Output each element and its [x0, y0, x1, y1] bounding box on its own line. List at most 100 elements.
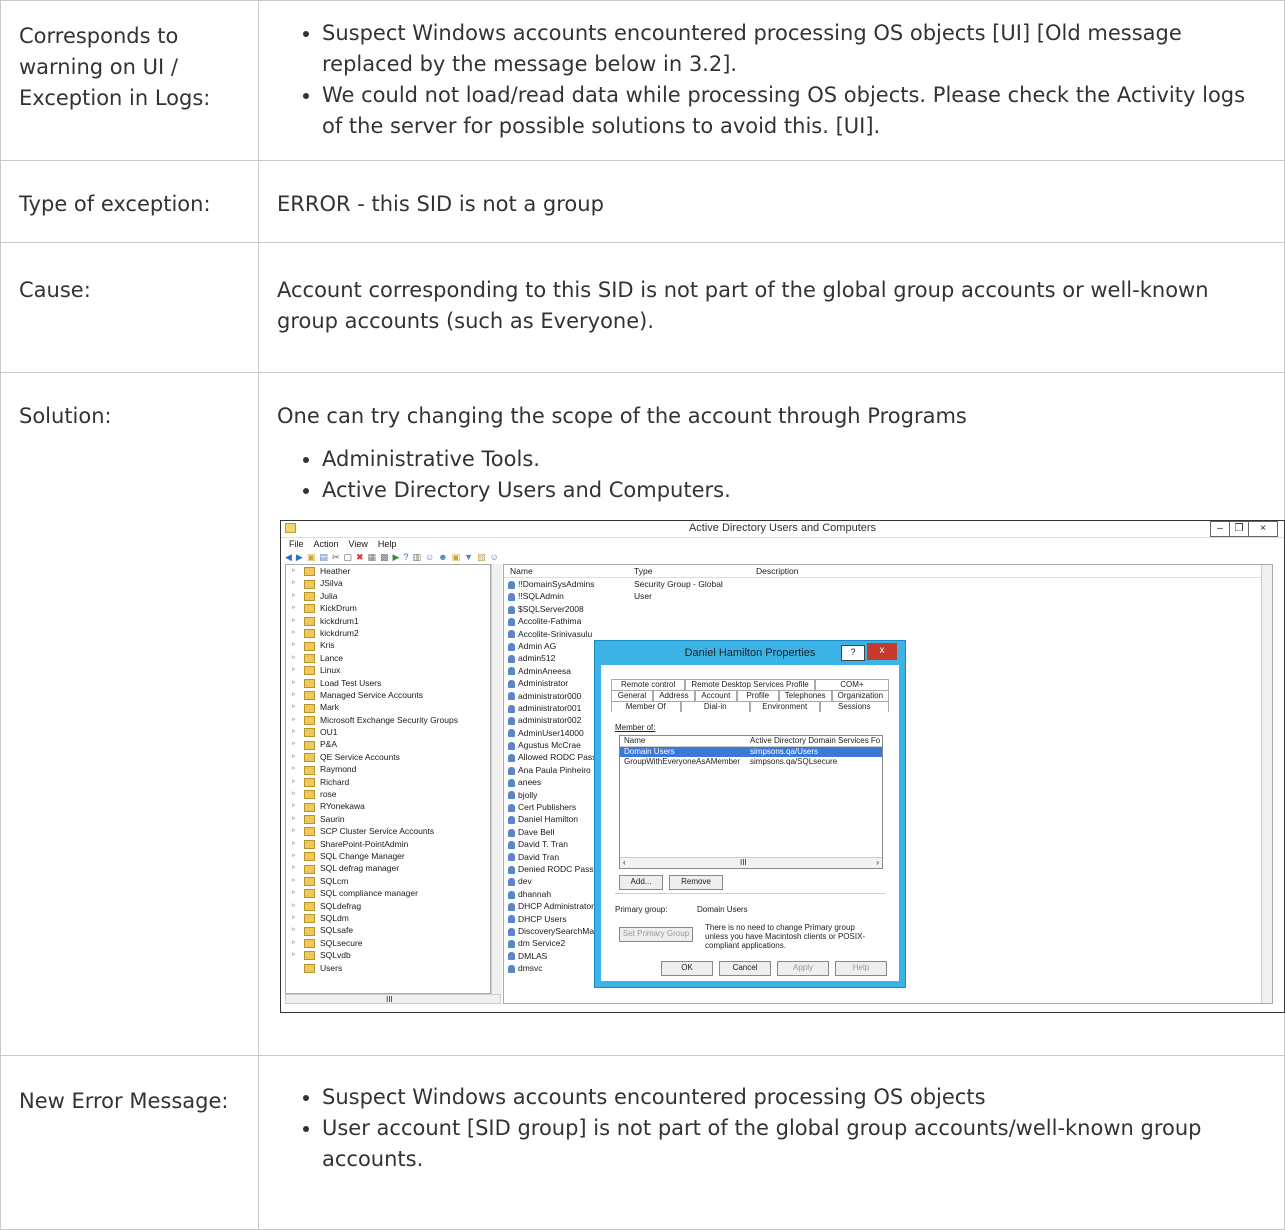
tab-general[interactable]: General — [611, 690, 653, 701]
list-cell-name: Denied RODC Passwo — [508, 863, 604, 875]
list-row[interactable]: Accolite-Srinivasulu — [504, 628, 1272, 640]
find-icon[interactable]: ▧ — [477, 552, 486, 563]
tree-item[interactable]: RYonekawa — [286, 800, 490, 813]
help-dialog-button[interactable]: Help — [835, 961, 887, 976]
tree-item[interactable]: SQLvdb — [286, 949, 490, 962]
export-icon[interactable]: ▶ — [393, 552, 400, 563]
tree-hscrollbar[interactable]: III — [285, 994, 501, 1004]
tree-item[interactable]: QE Service Accounts — [286, 751, 490, 764]
col-type[interactable]: Type — [634, 566, 652, 576]
filter-icon[interactable]: ▼ — [464, 552, 473, 562]
tree-item[interactable]: Linux — [286, 664, 490, 677]
tree-item[interactable]: Richard — [286, 776, 490, 789]
tab-address[interactable]: Address — [652, 690, 695, 701]
properties-icon[interactable]: ▦ — [367, 552, 376, 563]
tree-item[interactable]: SQLdefrag — [286, 900, 490, 913]
tab-telephones[interactable]: Telephones — [778, 690, 832, 701]
member-col-folder[interactable]: Active Directory Domain Services Fo — [750, 736, 880, 745]
tree-scrollbar[interactable] — [491, 564, 502, 994]
tree-item[interactable]: rose — [286, 788, 490, 801]
tree-item[interactable]: SCP Cluster Service Accounts — [286, 825, 490, 838]
tab-environment[interactable]: Environment — [750, 701, 820, 712]
tree-item[interactable]: Lance — [286, 652, 490, 665]
help-button[interactable]: ? — [841, 645, 865, 661]
tree-item[interactable]: SQL compliance manager — [286, 887, 490, 900]
tree-item[interactable]: SQL defrag manager — [286, 862, 490, 875]
cut-icon[interactable]: ✂ — [332, 552, 340, 563]
tree-item[interactable]: JSilva — [286, 577, 490, 590]
menu-help[interactable]: Help — [378, 538, 397, 550]
tree-item[interactable]: kickdrum2 — [286, 627, 490, 640]
tree-item[interactable]: Mark — [286, 701, 490, 714]
menu-view[interactable]: View — [349, 538, 368, 550]
primary-group-note: There is no need to change Primary group… — [705, 923, 866, 950]
ou-icon[interactable]: ▣ — [452, 552, 461, 563]
user-icon — [508, 803, 515, 812]
tab-dial-in[interactable]: Dial-in — [680, 701, 750, 712]
tab-com[interactable]: COM+ — [814, 679, 890, 690]
tree-item[interactable]: Raymond — [286, 763, 490, 776]
ok-button[interactable]: OK — [661, 961, 713, 976]
list-row[interactable]: !!SQLAdmin User — [504, 590, 1272, 602]
folder-icon[interactable]: ▣ — [307, 552, 316, 563]
tab-account[interactable]: Account — [694, 690, 737, 701]
tree-item[interactable]: Julia — [286, 590, 490, 603]
tree-item[interactable]: Saurin — [286, 813, 490, 826]
help-icon[interactable]: ? — [403, 552, 408, 562]
tab-profile[interactable]: Profile — [736, 690, 779, 701]
cancel-button[interactable]: Cancel — [719, 961, 771, 976]
tree-item[interactable]: SQLcm — [286, 875, 490, 888]
view-icon[interactable]: ▤ — [319, 552, 328, 563]
delete-icon[interactable]: ✖ — [356, 552, 364, 563]
tree-item[interactable]: Heather — [286, 565, 490, 578]
menu-file[interactable]: File — [289, 538, 304, 550]
list-row[interactable]: !!DomainSysAdmins Security Group - Global — [504, 578, 1272, 590]
tree-item[interactable]: SharePoint-PointAdmin — [286, 838, 490, 851]
remove-button[interactable]: Remove — [669, 875, 723, 890]
tree-item[interactable]: P&A — [286, 738, 490, 751]
tab-organization[interactable]: Organization — [831, 690, 890, 701]
tree-item[interactable]: SQLsecure — [286, 937, 490, 950]
col-description[interactable]: Description — [756, 566, 799, 576]
tree-item[interactable]: kickdrum1 — [286, 615, 490, 628]
copy-icon[interactable]: ▢ — [343, 552, 352, 563]
back-icon[interactable]: ◀ — [285, 552, 292, 563]
tree-item[interactable]: SQLdm — [286, 912, 490, 925]
restore-icon[interactable]: ❐ — [1229, 522, 1248, 536]
tree-item[interactable]: Users — [286, 962, 490, 974]
tab-sessions[interactable]: Sessions — [819, 701, 889, 712]
scroll-left-icon[interactable]: ‹ — [623, 858, 626, 867]
close-icon[interactable]: × — [1248, 522, 1277, 536]
add-member-icon[interactable]: ☺ — [490, 552, 499, 562]
tree-item[interactable]: Load Test Users — [286, 677, 490, 690]
list-row[interactable]: Accolite-Fathima — [504, 615, 1272, 627]
member-hscrollbar[interactable]: ‹ III › — [620, 857, 882, 868]
menu-action[interactable]: Action — [314, 538, 339, 550]
refresh-icon[interactable]: ▩ — [380, 552, 389, 563]
minimize-icon[interactable]: – — [1211, 522, 1229, 536]
tree-item[interactable]: Kris — [286, 639, 490, 652]
apply-button[interactable]: Apply — [777, 961, 829, 976]
tree-item[interactable]: OU1 — [286, 726, 490, 739]
tree-item[interactable]: KickDrum — [286, 602, 490, 615]
col-name[interactable]: Name — [510, 566, 533, 576]
tree-item[interactable]: SQL Change Manager — [286, 850, 490, 863]
tab-remote-control[interactable]: Remote control — [611, 679, 686, 690]
scroll-right-icon[interactable]: › — [876, 858, 879, 867]
user-icon[interactable]: ☺ — [425, 552, 434, 562]
set-primary-group-button[interactable]: Set Primary Group — [619, 927, 693, 942]
list-row[interactable]: $SQLServer2008 — [504, 603, 1272, 615]
group-icon[interactable]: ☻ — [438, 552, 447, 562]
member-row[interactable]: Domain Users simpsons.qa/Users — [620, 747, 882, 757]
console-icon[interactable]: ▥ — [412, 552, 421, 563]
member-row[interactable]: GroupWithEveryoneAsAMember simpsons.qa/S… — [620, 757, 882, 767]
tab-rds-profile[interactable]: Remote Desktop Services Profile — [685, 679, 815, 690]
tree-item[interactable]: Microsoft Exchange Security Groups — [286, 714, 490, 727]
tab-member-of[interactable]: Member Of — [611, 701, 681, 712]
tree-item[interactable]: Managed Service Accounts — [286, 689, 490, 702]
tree-item[interactable]: SQLsafe — [286, 924, 490, 937]
forward-icon[interactable]: ▶ — [296, 552, 303, 563]
close-button[interactable]: x — [867, 643, 897, 660]
add-button[interactable]: Add... — [619, 875, 663, 890]
member-col-name[interactable]: Name — [624, 736, 645, 745]
